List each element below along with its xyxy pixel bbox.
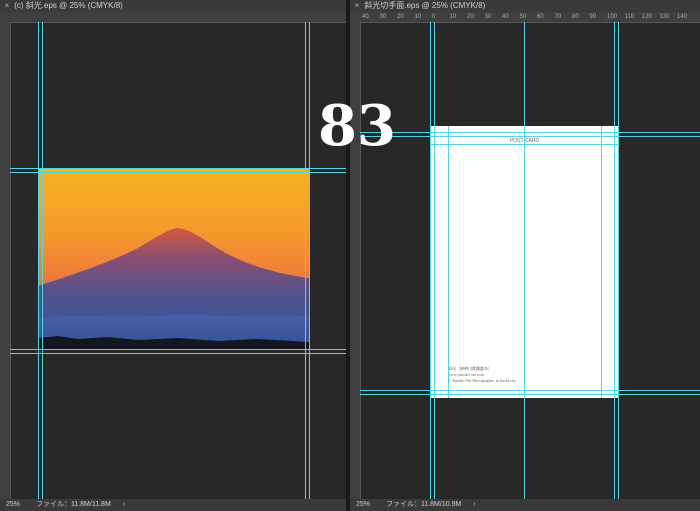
right-document-title: 斜光切手面.eps @ 25% (CMYK/8) (364, 1, 486, 10)
left-document-title: (c) 斜光.eps @ 25% (CMYK/8) (14, 1, 123, 10)
ruler-tick-label: 90 (589, 14, 597, 20)
ruler-tick-label: 50 (519, 14, 527, 20)
left-status-menu-arrow[interactable]: › (123, 499, 125, 511)
guide-line[interactable] (448, 126, 449, 398)
ruler-tick-label: 30 (379, 14, 387, 20)
close-icon[interactable]: × (2, 0, 12, 12)
right-zoom-level[interactable]: 25% (350, 499, 384, 511)
guide-line[interactable] (305, 22, 306, 499)
guide-line[interactable] (430, 22, 431, 499)
right-status-bar: 25% ファイル：11.8M/10.9M › (350, 499, 700, 511)
guide-line[interactable] (42, 22, 43, 499)
ruler-tick-label: 40 (502, 14, 509, 20)
ruler-tick-label: 120 (642, 14, 653, 20)
ruler-tick-label: 70 (554, 14, 562, 20)
guide-line[interactable] (10, 172, 346, 173)
guide-line[interactable] (360, 394, 700, 395)
left-horizontal-ruler[interactable] (0, 12, 346, 23)
guide-line[interactable] (38, 22, 39, 499)
ruler-tick-label: 60 (537, 14, 544, 20)
right-status-menu-arrow[interactable]: › (473, 499, 475, 511)
guide-line[interactable] (524, 22, 525, 499)
guide-line[interactable] (360, 390, 700, 391)
right-document-tab[interactable]: × 斜光切手面.eps @ 25% (CMYK/8) (350, 0, 700, 12)
page-number: 83 (318, 93, 396, 159)
ruler-tick-label: 10 (414, 14, 422, 20)
left-vertical-ruler[interactable] (0, 22, 11, 499)
ruler-tick-label: 110 (624, 14, 635, 20)
fuji-photo-image (38, 168, 309, 350)
guide-line[interactable] (430, 144, 619, 145)
left-file-size: ファイル：11.8M/11.8M (35, 501, 111, 508)
right-file-size: ファイル：11.8M/10.9M (385, 501, 462, 508)
guide-line[interactable] (360, 136, 700, 137)
left-document-tab[interactable]: × (c) 斜光.eps @ 25% (CMYK/8) (0, 0, 346, 12)
close-icon[interactable]: × (352, 0, 362, 12)
guide-line[interactable] (360, 132, 700, 133)
guide-line[interactable] (614, 22, 615, 499)
right-horizontal-ruler[interactable]: 40 30 20 10 0 10 20 30 40 50 60 70 80 90 100 110 120 130 1… (350, 12, 700, 23)
ruler-tick-label: 40 (362, 14, 369, 20)
postcard-credit-url: www.yumiko-ota.com (448, 372, 484, 377)
ruler-tick-label: 20 (397, 14, 404, 20)
guide-line[interactable] (434, 22, 435, 499)
guide-line[interactable] (10, 168, 346, 169)
fuji-photo (38, 168, 309, 350)
ruler-tick-label: 0 (432, 14, 436, 20)
ruler-tick-label: 20 (467, 14, 474, 20)
guide-line[interactable] (10, 349, 346, 350)
guide-line[interactable] (10, 353, 346, 354)
ruler-tick-label: 80 (572, 14, 579, 20)
guide-line[interactable] (618, 22, 619, 499)
ruler-tick-label: 10 (449, 14, 457, 20)
postcard-credit-copyright: © Yumiko Ota Photographer, in Zushi city (448, 378, 516, 383)
guide-line[interactable] (601, 126, 602, 398)
ruler-tick-label: 130 (659, 14, 670, 20)
left-zoom-level[interactable]: 25% (0, 499, 34, 511)
left-status-bar: 25% ファイル：11.8M/11.8M › (0, 499, 346, 511)
ruler-tick-label: 140 (677, 14, 688, 20)
ruler-tick-label: 100 (607, 14, 618, 20)
ruler-tick-label: 30 (484, 14, 492, 20)
guide-line[interactable] (309, 22, 310, 499)
